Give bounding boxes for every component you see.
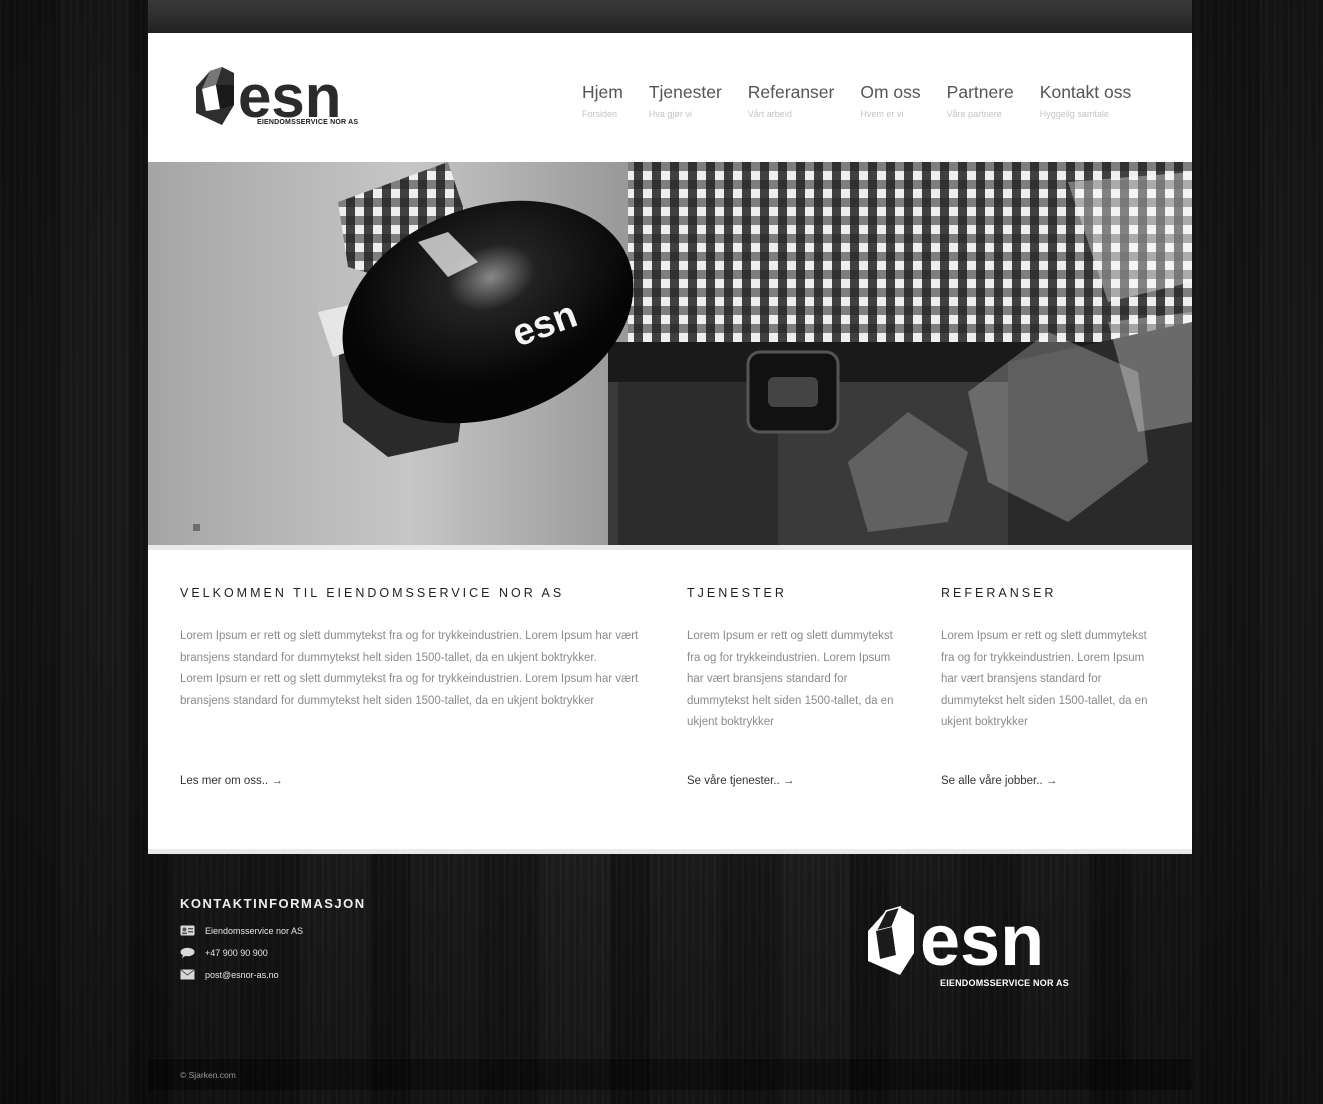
content-section: VELKOMMEN TIL EIENDOMSSERVICE NOR AS Lor… xyxy=(148,545,1192,849)
contact-phone: +47 900 90 900 xyxy=(180,947,268,958)
references-text: Lorem Ipsum er rett og slett dummytekst … xyxy=(941,630,1148,728)
nav-item-kontakt-oss[interactable]: Kontakt oss Hyggelig samtale xyxy=(1040,81,1131,119)
top-strip xyxy=(148,0,1192,33)
services-heading: TJENESTER xyxy=(687,586,787,600)
contact-email: post@esnor-as.no xyxy=(180,969,279,980)
nav-item-tjenester[interactable]: Tjenester Hva gjør vi xyxy=(649,81,722,119)
slider-dot-1[interactable] xyxy=(182,524,189,531)
nav-label: Kontakt oss xyxy=(1039,82,1132,102)
nav-item-referanser[interactable]: Referanser Vårt arbeid xyxy=(748,81,835,119)
nav-label: Hjem xyxy=(582,82,623,102)
site-header: esn EIENDOMSSERVICE NOR AS Hjem Forsiden… xyxy=(148,33,1192,162)
contact-company: Eiendomsservice nor AS xyxy=(180,925,303,936)
slider-dots xyxy=(182,524,204,531)
nav-sublabel: Hva gjør vi xyxy=(648,109,692,119)
nav-label: Om oss xyxy=(860,82,921,102)
welcome-paragraph-2: Lorem Ipsum er rett og slett dummytekst … xyxy=(180,673,639,707)
welcome-heading: VELKOMMEN TIL EIENDOMSSERVICE NOR AS xyxy=(180,586,565,600)
company-name: Eiendomsservice nor AS xyxy=(205,925,304,936)
email-address[interactable]: post@esnor-as.no xyxy=(205,970,279,980)
id-card-icon xyxy=(180,925,195,936)
welcome-paragraph-1: Lorem Ipsum er rett og slett dummytekst … xyxy=(180,630,639,664)
envelope-icon xyxy=(180,969,195,980)
chat-bubble-icon xyxy=(180,947,195,958)
references-heading: REFERANSER xyxy=(941,586,1057,600)
nav-label: Partnere xyxy=(946,82,1014,102)
nav-label: Referanser xyxy=(747,82,835,102)
hero-photo: esn xyxy=(148,162,1192,545)
copyright-bar: © Sjarken.com xyxy=(148,1058,1192,1090)
footer-logo[interactable]: esn EIENDOMSSERVICE NOR AS xyxy=(862,901,1102,990)
footer-logo-text: esn xyxy=(920,905,1044,981)
footer-logo-subtitle: EIENDOMSSERVICE NOR AS xyxy=(940,978,1069,988)
services-link[interactable]: Se våre tjenester.. → xyxy=(687,775,794,787)
site-footer: KONTAKTINFORMASJON Eiendomsservice nor A… xyxy=(148,853,1192,1090)
services-text: Lorem Ipsum er rett og slett dummytekst … xyxy=(687,630,894,728)
logo-subtitle: EIENDOMSSERVICE NOR AS xyxy=(257,119,359,126)
nav-sublabel: Hyggelig samtale xyxy=(1039,109,1109,119)
slider-dot-2[interactable] xyxy=(193,524,200,531)
references-link[interactable]: Se alle våre jobber.. → xyxy=(941,775,1057,787)
hero-slider[interactable]: esn xyxy=(148,162,1192,545)
nav-item-hjem[interactable]: Hjem Forsiden xyxy=(582,81,623,119)
nav-sublabel: Våre partnere xyxy=(946,109,1002,119)
nav-sublabel: Forsiden xyxy=(582,109,618,119)
phone-number[interactable]: +47 900 90 900 xyxy=(205,948,268,958)
page-container: esn EIENDOMSSERVICE NOR AS Hjem Forsiden… xyxy=(148,33,1192,854)
nav-sublabel: Hvem er vi xyxy=(860,109,904,119)
nav-item-partnere[interactable]: Partnere Våre partnere xyxy=(947,81,1014,119)
main-nav: Hjem Forsiden Tjenester Hva gjør vi Refe… xyxy=(582,81,1131,119)
site-logo[interactable]: esn EIENDOMSSERVICE NOR AS xyxy=(190,63,370,135)
welcome-text: Lorem Ipsum er rett og slett dummytekst … xyxy=(180,626,655,712)
copyright-text[interactable]: © Sjarken.com xyxy=(180,1070,236,1080)
nav-label: Tjenester xyxy=(648,82,722,102)
contact-heading: KONTAKTINFORMASJON xyxy=(180,896,366,911)
nav-item-om-oss[interactable]: Om oss Hvem er vi xyxy=(860,81,920,119)
nav-sublabel: Vårt arbeid xyxy=(747,109,792,119)
read-more-about-link[interactable]: Les mer om oss.. → xyxy=(180,775,283,787)
